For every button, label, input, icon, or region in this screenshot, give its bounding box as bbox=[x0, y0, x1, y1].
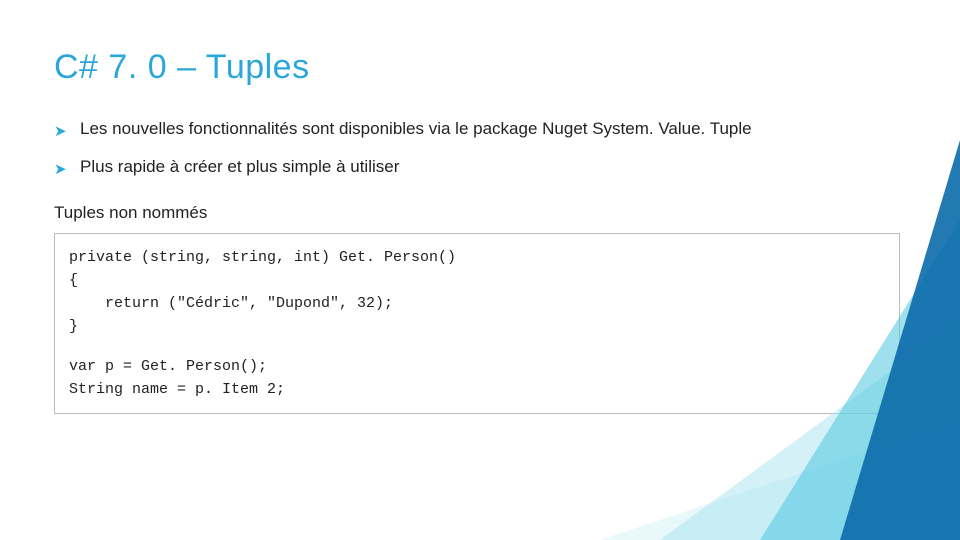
slide-title: C# 7. 0 – Tuples bbox=[54, 48, 900, 87]
bullet-text: Les nouvelles fonctionnalités sont dispo… bbox=[80, 119, 752, 138]
triangle-icon bbox=[600, 420, 960, 540]
bullet-text: Plus rapide à créer et plus simple à uti… bbox=[80, 157, 399, 176]
code-block: private (string, string, int) Get. Perso… bbox=[54, 233, 900, 415]
content-area: C# 7. 0 – Tuples ➤ Les nouvelles fonctio… bbox=[54, 48, 900, 414]
code-line: var p = Get. Person(); bbox=[69, 358, 267, 375]
code-gap bbox=[69, 339, 885, 355]
code-line: } bbox=[69, 318, 78, 335]
bullet-item: ➤ Plus rapide à créer et plus simple à u… bbox=[54, 155, 900, 179]
bullet-list: ➤ Les nouvelles fonctionnalités sont dis… bbox=[54, 117, 900, 179]
arrow-icon: ➤ bbox=[54, 159, 67, 180]
slide: C# 7. 0 – Tuples ➤ Les nouvelles fonctio… bbox=[0, 0, 960, 540]
arrow-icon: ➤ bbox=[54, 121, 67, 142]
bullet-item: ➤ Les nouvelles fonctionnalités sont dis… bbox=[54, 117, 900, 141]
code-line: { bbox=[69, 272, 78, 289]
code-line: String name = p. Item 2; bbox=[69, 381, 285, 398]
code-line: return ("Cédric", "Dupond", 32); bbox=[69, 295, 393, 312]
code-line: private (string, string, int) Get. Perso… bbox=[69, 249, 456, 266]
subheading: Tuples non nommés bbox=[54, 203, 900, 223]
